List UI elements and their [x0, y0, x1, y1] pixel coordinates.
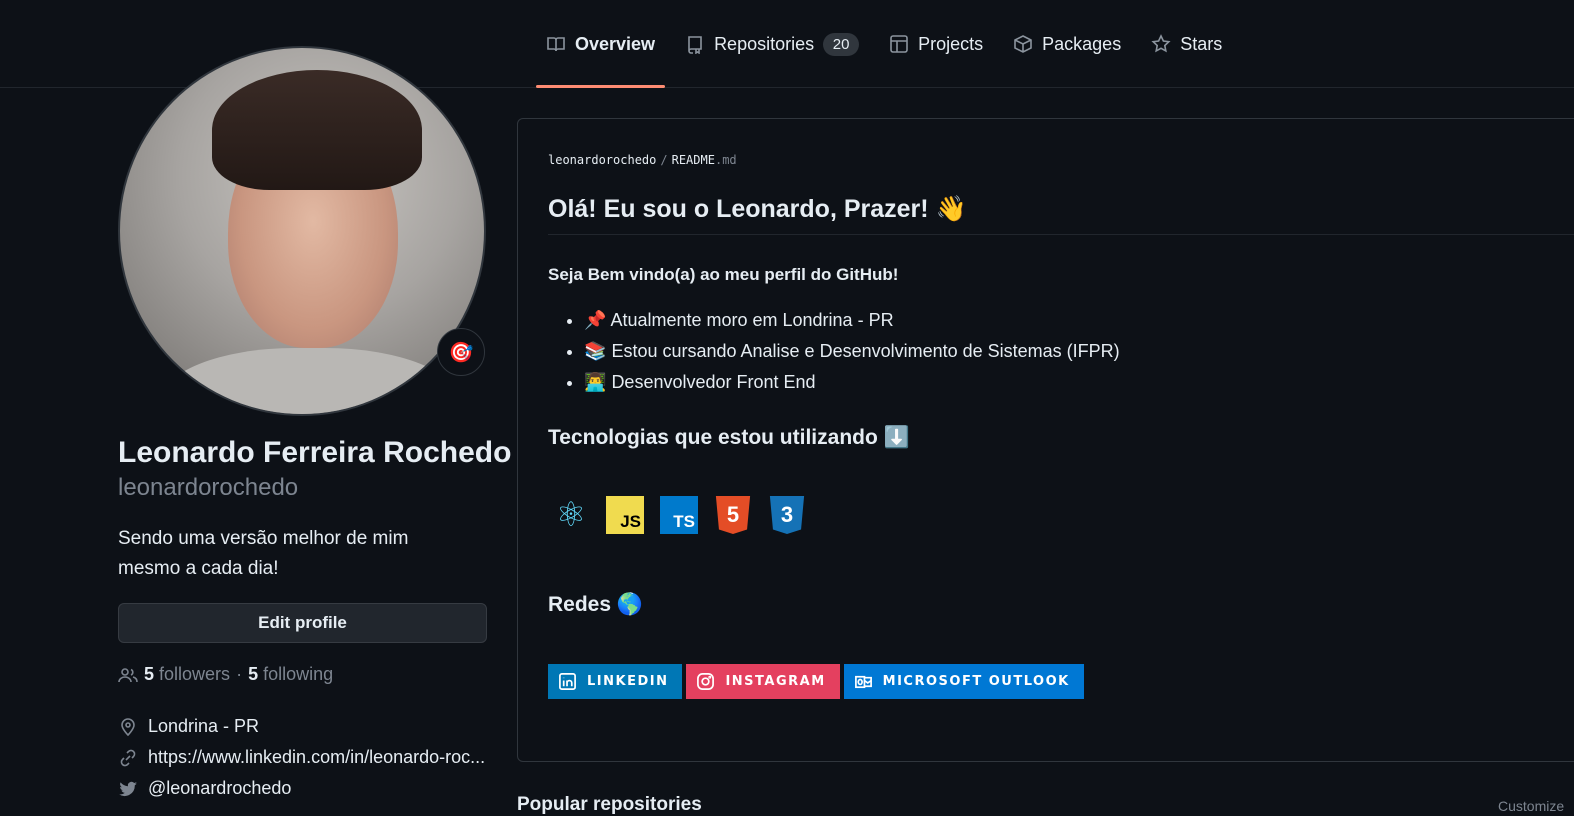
profile-username: leonardorochedo [118, 474, 299, 501]
profile-bio: Sendo uma versão melhor de mim mesmo a c… [118, 528, 409, 579]
typescript-icon: TS [660, 496, 698, 534]
books-icon: 📚 [584, 341, 607, 361]
location-text: Londrina - PR [148, 716, 260, 736]
book-icon [547, 37, 565, 52]
readme-welcome: Seja Bem vindo(a) ao meu perfil do GitHu… [548, 265, 899, 284]
react-icon: ⚛ [555, 496, 587, 534]
html5-icon: 5 [715, 496, 751, 534]
twitter-icon [119, 781, 137, 796]
pin-icon: 📌 [584, 310, 607, 330]
instagram-icon [697, 673, 715, 690]
readme-breadcrumb: leonardorochedo / README.md [548, 153, 737, 167]
readme-heading: Olá! Eu sou o Leonardo, Prazer! 👋 [548, 195, 967, 223]
badge-label: MICROSOFT OUTLOOK [882, 674, 1070, 689]
bullet-text: Estou cursando Analise e Desenvolvimento… [611, 341, 1120, 361]
edit-profile-button[interactable]: Edit profile [118, 603, 487, 643]
developer-icon: 👨‍💻 [584, 372, 607, 392]
tab-list: Overview Repositories 20 Projects Packag… [536, 0, 1242, 88]
popular-repos-heading: Popular repositories [517, 794, 702, 815]
profile-full-name: Leonardo Ferreira Rochedo [118, 436, 512, 469]
repo-icon [688, 36, 702, 54]
tab-label: Projects [918, 33, 984, 54]
social-badge-row: LINKEDIN INSTAGRAM MICROSOFT OUTLOOK [548, 664, 1084, 699]
readme-bullet-list: 📌 Atualmente moro em Londrina - PR 📚 Est… [564, 305, 1120, 398]
follow-separator: · [236, 664, 243, 684]
heading-divider [548, 234, 1574, 235]
avatar-shirt [160, 348, 460, 414]
badge-label: INSTAGRAM [725, 674, 826, 689]
bullet-text: Desenvolvedor Front End [611, 372, 816, 392]
location-icon [121, 717, 135, 736]
people-icon [118, 667, 138, 682]
tab-stars[interactable]: Stars [1141, 0, 1232, 88]
tab-label: Overview [575, 33, 656, 54]
tab-label: Repositories [714, 33, 815, 54]
linkedin-icon [559, 673, 576, 690]
followers-label: followers [159, 664, 231, 684]
readme-file-name[interactable]: README [672, 153, 715, 167]
status-emoji-button[interactable]: 🎯 [437, 328, 485, 376]
outlook-badge-link[interactable]: MICROSOFT OUTLOOK [843, 664, 1084, 699]
followers-count: 5 [144, 664, 155, 684]
readme-owner-link[interactable]: leonardorochedo [548, 153, 656, 167]
tab-repositories[interactable]: Repositories 20 [675, 0, 869, 88]
readme-card: leonardorochedo / README.md Olá! Eu sou o … [517, 118, 1574, 762]
tab-overview[interactable]: Overview [536, 0, 666, 88]
tab-packages[interactable]: Packages [1003, 0, 1131, 88]
following-link[interactable]: 5 following [248, 664, 333, 685]
link-icon [120, 749, 136, 766]
tab-projects[interactable]: Projects [879, 0, 993, 88]
avatar[interactable] [118, 46, 486, 416]
tech-icon-row: ⚛ JS TS 5 3 [552, 496, 806, 534]
twitter-handle[interactable]: @leonardrochedo [148, 778, 291, 799]
social-heading: Redes 🌎 [548, 593, 644, 616]
badge-label: LINKEDIN [587, 674, 669, 689]
following-count: 5 [248, 664, 259, 684]
tab-label: Packages [1042, 33, 1122, 54]
profile-twitter[interactable]: @leonardrochedo [118, 778, 291, 799]
avatar-hair [212, 70, 422, 190]
following-label: following [263, 664, 334, 684]
outlook-icon [854, 675, 872, 689]
readme-file-ext: .md [714, 153, 737, 167]
javascript-icon: JS [606, 496, 644, 534]
list-item: 👨‍💻 Desenvolvedor Front End [584, 367, 1120, 398]
table-icon [890, 35, 908, 53]
customize-pins-link[interactable]: Customize [1498, 798, 1564, 814]
profile-location: Londrina - PR [118, 716, 259, 737]
tab-label: Stars [1180, 33, 1223, 54]
breadcrumb-separator: / [660, 153, 668, 167]
website-link[interactable]: https://www.linkedin.com/in/leonardo-roc… [148, 747, 485, 768]
star-icon [1151, 34, 1171, 53]
bullet-text: Atualmente moro em Londrina - PR [610, 310, 894, 330]
list-item: 📌 Atualmente moro em Londrina - PR [584, 305, 1120, 336]
package-icon [1014, 35, 1032, 53]
profile-website[interactable]: https://www.linkedin.com/in/leonardo-roc… [118, 747, 485, 768]
list-item: 📚 Estou cursando Analise e Desenvolvimen… [584, 336, 1120, 367]
repo-count-badge: 20 [823, 32, 860, 56]
tech-heading: Tecnologias que estou utilizando ⬇️ [548, 426, 910, 449]
linkedin-badge-link[interactable]: LINKEDIN [548, 664, 683, 699]
follow-stats: 5 followers · 5 following [118, 664, 333, 685]
followers-link[interactable]: 5 followers [144, 664, 230, 685]
css3-icon: 3 [769, 496, 805, 534]
instagram-badge-link[interactable]: INSTAGRAM [686, 664, 840, 699]
